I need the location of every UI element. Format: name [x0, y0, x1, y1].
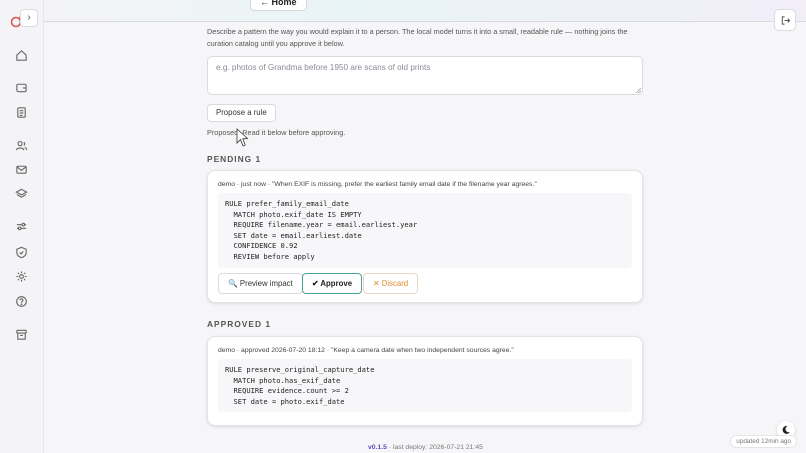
code-line: REQUIRE filename.year = email.earliest.y…: [225, 220, 418, 230]
home-button[interactable]: ← Home: [250, 0, 307, 11]
intro-text: Describe a pattern the way you would exp…: [207, 27, 628, 48]
sparkle-icon[interactable]: [15, 270, 28, 283]
footer: v0.1.5 · last deploy: 2026-07-21 21:45: [368, 444, 483, 451]
code-line: SET date = photo.exif_date: [225, 396, 345, 406]
discard-button[interactable]: ✕ Discard: [363, 273, 419, 294]
code-line: RULE preserve_original_capture_date: [225, 365, 375, 374]
sidebar-toggle-button[interactable]: ›: [20, 9, 38, 27]
propose-rule-button[interactable]: Propose a rule: [207, 104, 276, 122]
mouse-cursor-icon: [236, 128, 249, 147]
approved-rule-meta: demo · approved 2026-07-20 18:12 · "Keep…: [218, 347, 514, 354]
updated-badge: updated 12min ago: [730, 435, 797, 448]
approved-rule-code: RULE preserve_original_capture_date MATC…: [218, 359, 632, 412]
logout-button[interactable]: [774, 9, 796, 31]
approved-heading: APPROVED 1: [207, 319, 271, 329]
layers-icon[interactable]: [15, 187, 28, 200]
code-line: SET date = email.earliest.date: [225, 230, 362, 240]
people-icon[interactable]: [15, 139, 28, 152]
approve-button[interactable]: ✔ Approve: [302, 273, 363, 294]
document-icon[interactable]: [15, 106, 28, 119]
help-icon[interactable]: [15, 295, 28, 308]
code-line: REQUIRE evidence.count >= 2: [225, 386, 349, 396]
pending-rule-code: RULE prefer_family_email_date MATCH phot…: [218, 193, 632, 268]
code-line: CONFIDENCE 0.92: [225, 241, 298, 251]
pending-rule-meta: demo · just now · "When EXIF is missing,…: [218, 181, 537, 188]
preview-impact-button[interactable]: 🔍 Preview impact: [218, 273, 303, 294]
code-line: RULE prefer_family_email_date: [225, 199, 349, 208]
approved-rule-card: demo · approved 2026-07-20 18:12 · "Keep…: [207, 336, 643, 426]
home-icon[interactable]: [15, 49, 28, 62]
mail-icon[interactable]: [15, 163, 28, 176]
preview-impact-label: Preview impact: [239, 279, 293, 288]
archive-icon[interactable]: [15, 328, 28, 341]
moon-icon: [782, 425, 790, 434]
status-message: Proposed. Read it below before approving…: [207, 128, 346, 137]
deploy-info: · last deploy: 2026-07-21 21:45: [386, 444, 483, 451]
sliders-icon[interactable]: [15, 220, 28, 233]
magnifier-icon: 🔍: [228, 279, 238, 288]
resize-grip-icon[interactable]: [635, 87, 641, 93]
version-link[interactable]: v0.1.5: [368, 444, 387, 451]
pending-rule-card: demo · just now · "When EXIF is missing,…: [207, 170, 643, 303]
wallet-icon[interactable]: [15, 81, 28, 94]
top-bar: ← Home: [44, 0, 806, 22]
logout-icon: [781, 16, 791, 25]
pending-heading: PENDING 1: [207, 154, 262, 164]
sidebar: ›: [0, 0, 44, 453]
rule-description-input[interactable]: [207, 56, 643, 95]
code-line: MATCH photo.has_exif_date: [225, 375, 341, 385]
code-line: REVIEW before apply: [225, 251, 315, 261]
code-line: MATCH photo.exif_date IS EMPTY: [225, 209, 362, 219]
shield-icon[interactable]: [15, 246, 28, 259]
